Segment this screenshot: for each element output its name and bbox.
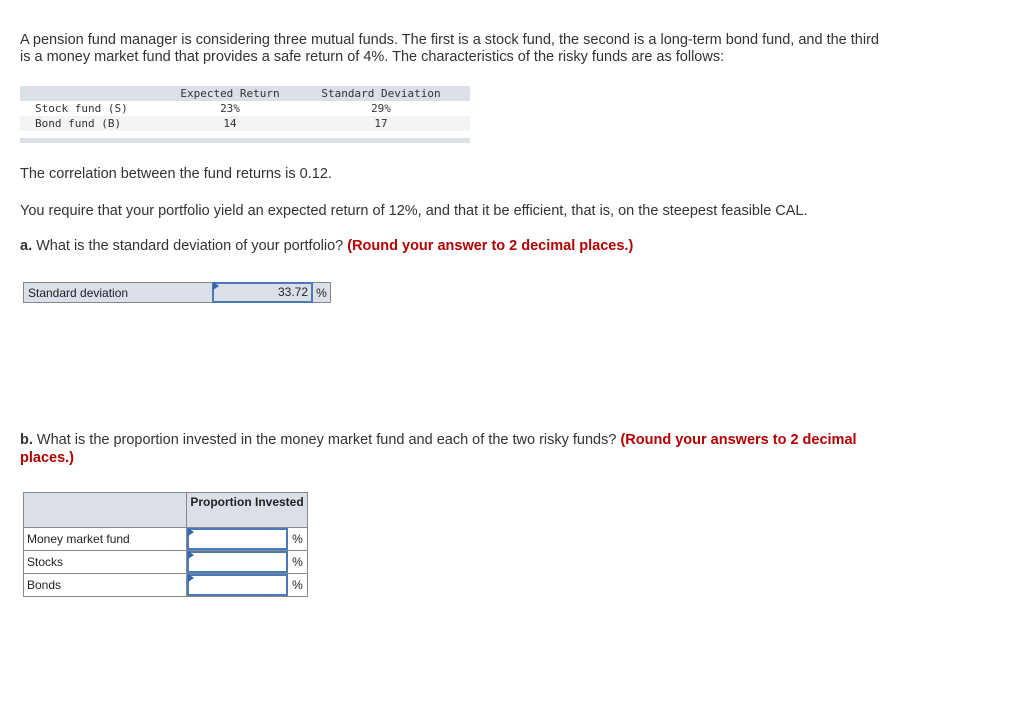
expected-return: 23% xyxy=(220,102,240,115)
input-flag-icon xyxy=(213,282,219,290)
std-dev: 17 xyxy=(374,117,388,130)
question-b-instruction-cont: places.) xyxy=(20,450,74,466)
answer-row-money-market: Money market fund % xyxy=(24,527,307,550)
standard-deviation-value[interactable]: 33.72 xyxy=(278,284,308,301)
percent-unit: % xyxy=(288,574,307,596)
header-proportion-invested: Proportion Invested xyxy=(190,495,304,509)
header-expected-return: Expected Return xyxy=(180,87,280,100)
standard-deviation-input[interactable]: 33.72 xyxy=(212,282,313,303)
table-header-row: Expected Return Standard Deviation xyxy=(20,86,470,101)
fund-characteristics-table: Expected Return Standard Deviation Stock… xyxy=(20,86,470,143)
correlation-text: The correlation between the fund returns… xyxy=(20,166,332,182)
input-flag-icon xyxy=(188,528,194,536)
input-flag-icon xyxy=(188,574,194,582)
percent-unit: % xyxy=(313,282,331,303)
table-row: Stock fund (S) 23% 29% xyxy=(20,101,470,116)
question-b-text: What is the proportion invested in the m… xyxy=(32,432,621,448)
input-flag-icon xyxy=(188,551,194,559)
fund-name: Stock fund (S) xyxy=(35,102,128,115)
std-dev: 29% xyxy=(371,102,391,115)
header-blank xyxy=(24,493,187,527)
money-market-input[interactable] xyxy=(187,528,288,550)
question-b-instruction: (Round your answers to 2 decimal xyxy=(620,432,857,448)
question-a-instruction: (Round your answer to 2 decimal places.) xyxy=(347,238,634,254)
intro-line-2: is a money market fund that provides a s… xyxy=(20,49,725,65)
answer-row-bonds: Bonds % xyxy=(24,573,307,596)
bonds-input[interactable] xyxy=(187,574,288,596)
row-label: Stocks xyxy=(24,551,187,573)
table-footer-bar xyxy=(20,138,470,143)
fund-name: Bond fund (B) xyxy=(35,117,122,130)
requirement-text: You require that your portfolio yield an… xyxy=(20,203,808,219)
question-b-prefix: b. xyxy=(20,432,33,448)
percent-unit: % xyxy=(288,551,307,573)
row-label: Bonds xyxy=(24,574,187,596)
header-blank xyxy=(20,86,168,101)
row-label: Money market fund xyxy=(24,528,187,550)
question-a-prefix: a. xyxy=(20,238,33,254)
expected-return: 14 xyxy=(223,117,237,130)
answer-table-b: Proportion Invested Money market fund % … xyxy=(23,492,308,597)
table-row: Bond fund (B) 14 17 xyxy=(20,116,470,131)
percent-unit: % xyxy=(288,528,307,550)
question-b: b. What is the proportion invested in th… xyxy=(20,432,857,449)
header-standard-deviation: Standard Deviation xyxy=(321,87,441,100)
stocks-input[interactable] xyxy=(187,551,288,573)
question-a-text: What is the standard deviation of your p… xyxy=(32,238,348,254)
answer-table-a: Standard deviation 33.72 % xyxy=(23,282,331,303)
question-a: a. What is the standard deviation of you… xyxy=(20,238,633,255)
intro-line-1: A pension fund manager is considering th… xyxy=(20,32,879,48)
standard-deviation-label: Standard deviation xyxy=(23,282,212,303)
answer-row-stocks: Stocks % xyxy=(24,550,307,573)
answer-table-header: Proportion Invested xyxy=(24,493,307,527)
